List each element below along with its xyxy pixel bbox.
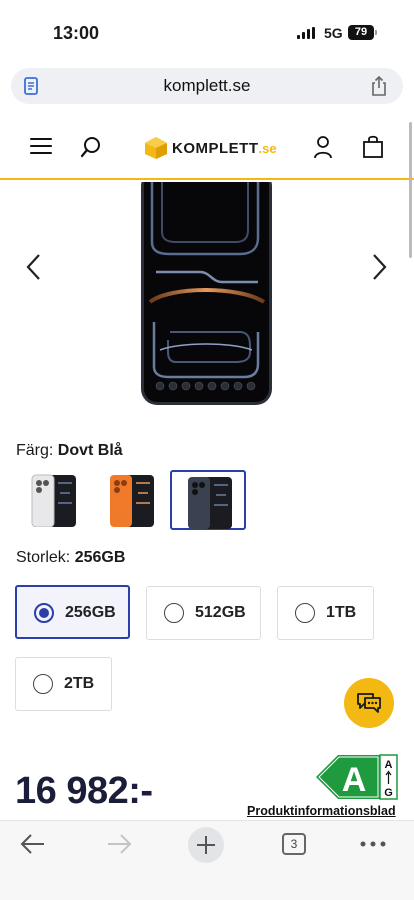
size-label-prefix: Storlek: [16,549,71,566]
energy-class: A [342,761,367,799]
size-option-label: 2TB [64,675,95,692]
blue-phone-thumbnail [188,477,232,529]
product-image-carousel [0,182,414,407]
radio-unselected-icon[interactable] [33,674,53,694]
color-swatch-orange[interactable] [94,470,170,530]
site-logo[interactable]: KOMPLETT .se [144,134,277,162]
chevron-right-icon[interactable] [371,252,389,282]
logo-cube-icon [145,137,167,159]
logo-text: KOMPLETT [172,139,259,157]
color-value: Dovt Blå [57,442,123,459]
energy-scale-bottom: G [384,787,393,799]
size-option-256gb[interactable]: 256GB [15,585,130,639]
share-icon[interactable] [369,75,389,97]
tab-count-button[interactable]: 3 [282,833,306,855]
shopping-bag-icon[interactable] [362,135,384,159]
size-label: Storlek: 256GB [16,549,125,567]
size-option-label: 256GB [65,604,116,621]
signal-icon [297,27,315,39]
product-price: 16 982:- [15,770,153,812]
chat-icon [357,693,381,713]
plus-icon [197,836,215,854]
more-options-icon[interactable] [360,841,386,847]
white-phone-thumbnail [31,474,76,527]
user-account-icon[interactable] [313,135,333,159]
radio-unselected-icon[interactable] [295,603,315,623]
battery-cap [375,30,377,35]
energy-scale-top: A [385,759,393,771]
battery-icon: 79 [348,25,374,40]
energy-label-badge[interactable]: A A G [316,754,398,800]
orange-phone-thumbnail [110,475,154,527]
size-value: 256GB [74,549,126,566]
back-arrow-icon[interactable] [20,833,46,855]
chevron-left-icon[interactable] [24,252,42,282]
size-option-label: 512GB [195,604,246,621]
browser-toolbar: 3 [0,820,414,900]
url-text[interactable]: komplett.se [11,76,403,96]
size-option-label: 1TB [326,604,357,621]
new-tab-button[interactable] [188,827,224,863]
radio-unselected-icon[interactable] [164,603,184,623]
color-swatch-blue[interactable] [170,470,246,530]
product-image[interactable] [140,182,273,406]
radio-selected-icon[interactable] [34,603,54,623]
product-info-sheet-link[interactable]: Produktinformationsblad [247,804,396,818]
search-icon[interactable] [80,136,102,158]
site-header: KOMPLETT .se [0,118,414,180]
url-bar[interactable]: komplett.se [11,68,403,104]
color-label-prefix: Färg: [16,442,54,459]
status-bar: 13:00 5G 79 [0,0,414,64]
hamburger-menu-icon[interactable] [30,138,52,156]
status-time: 13:00 [53,23,100,43]
size-option-2tb[interactable]: 2TB [15,657,112,711]
size-option-1tb[interactable]: 1TB [277,586,374,640]
logo-suffix: .se [258,140,277,156]
chat-button[interactable] [344,678,394,728]
color-swatch-white[interactable] [16,470,92,530]
size-option-512gb[interactable]: 512GB [146,586,261,640]
forward-arrow-icon[interactable] [106,833,132,855]
network-type: 5G [324,25,343,41]
color-label: Färg: Dovt Blå [16,442,123,460]
